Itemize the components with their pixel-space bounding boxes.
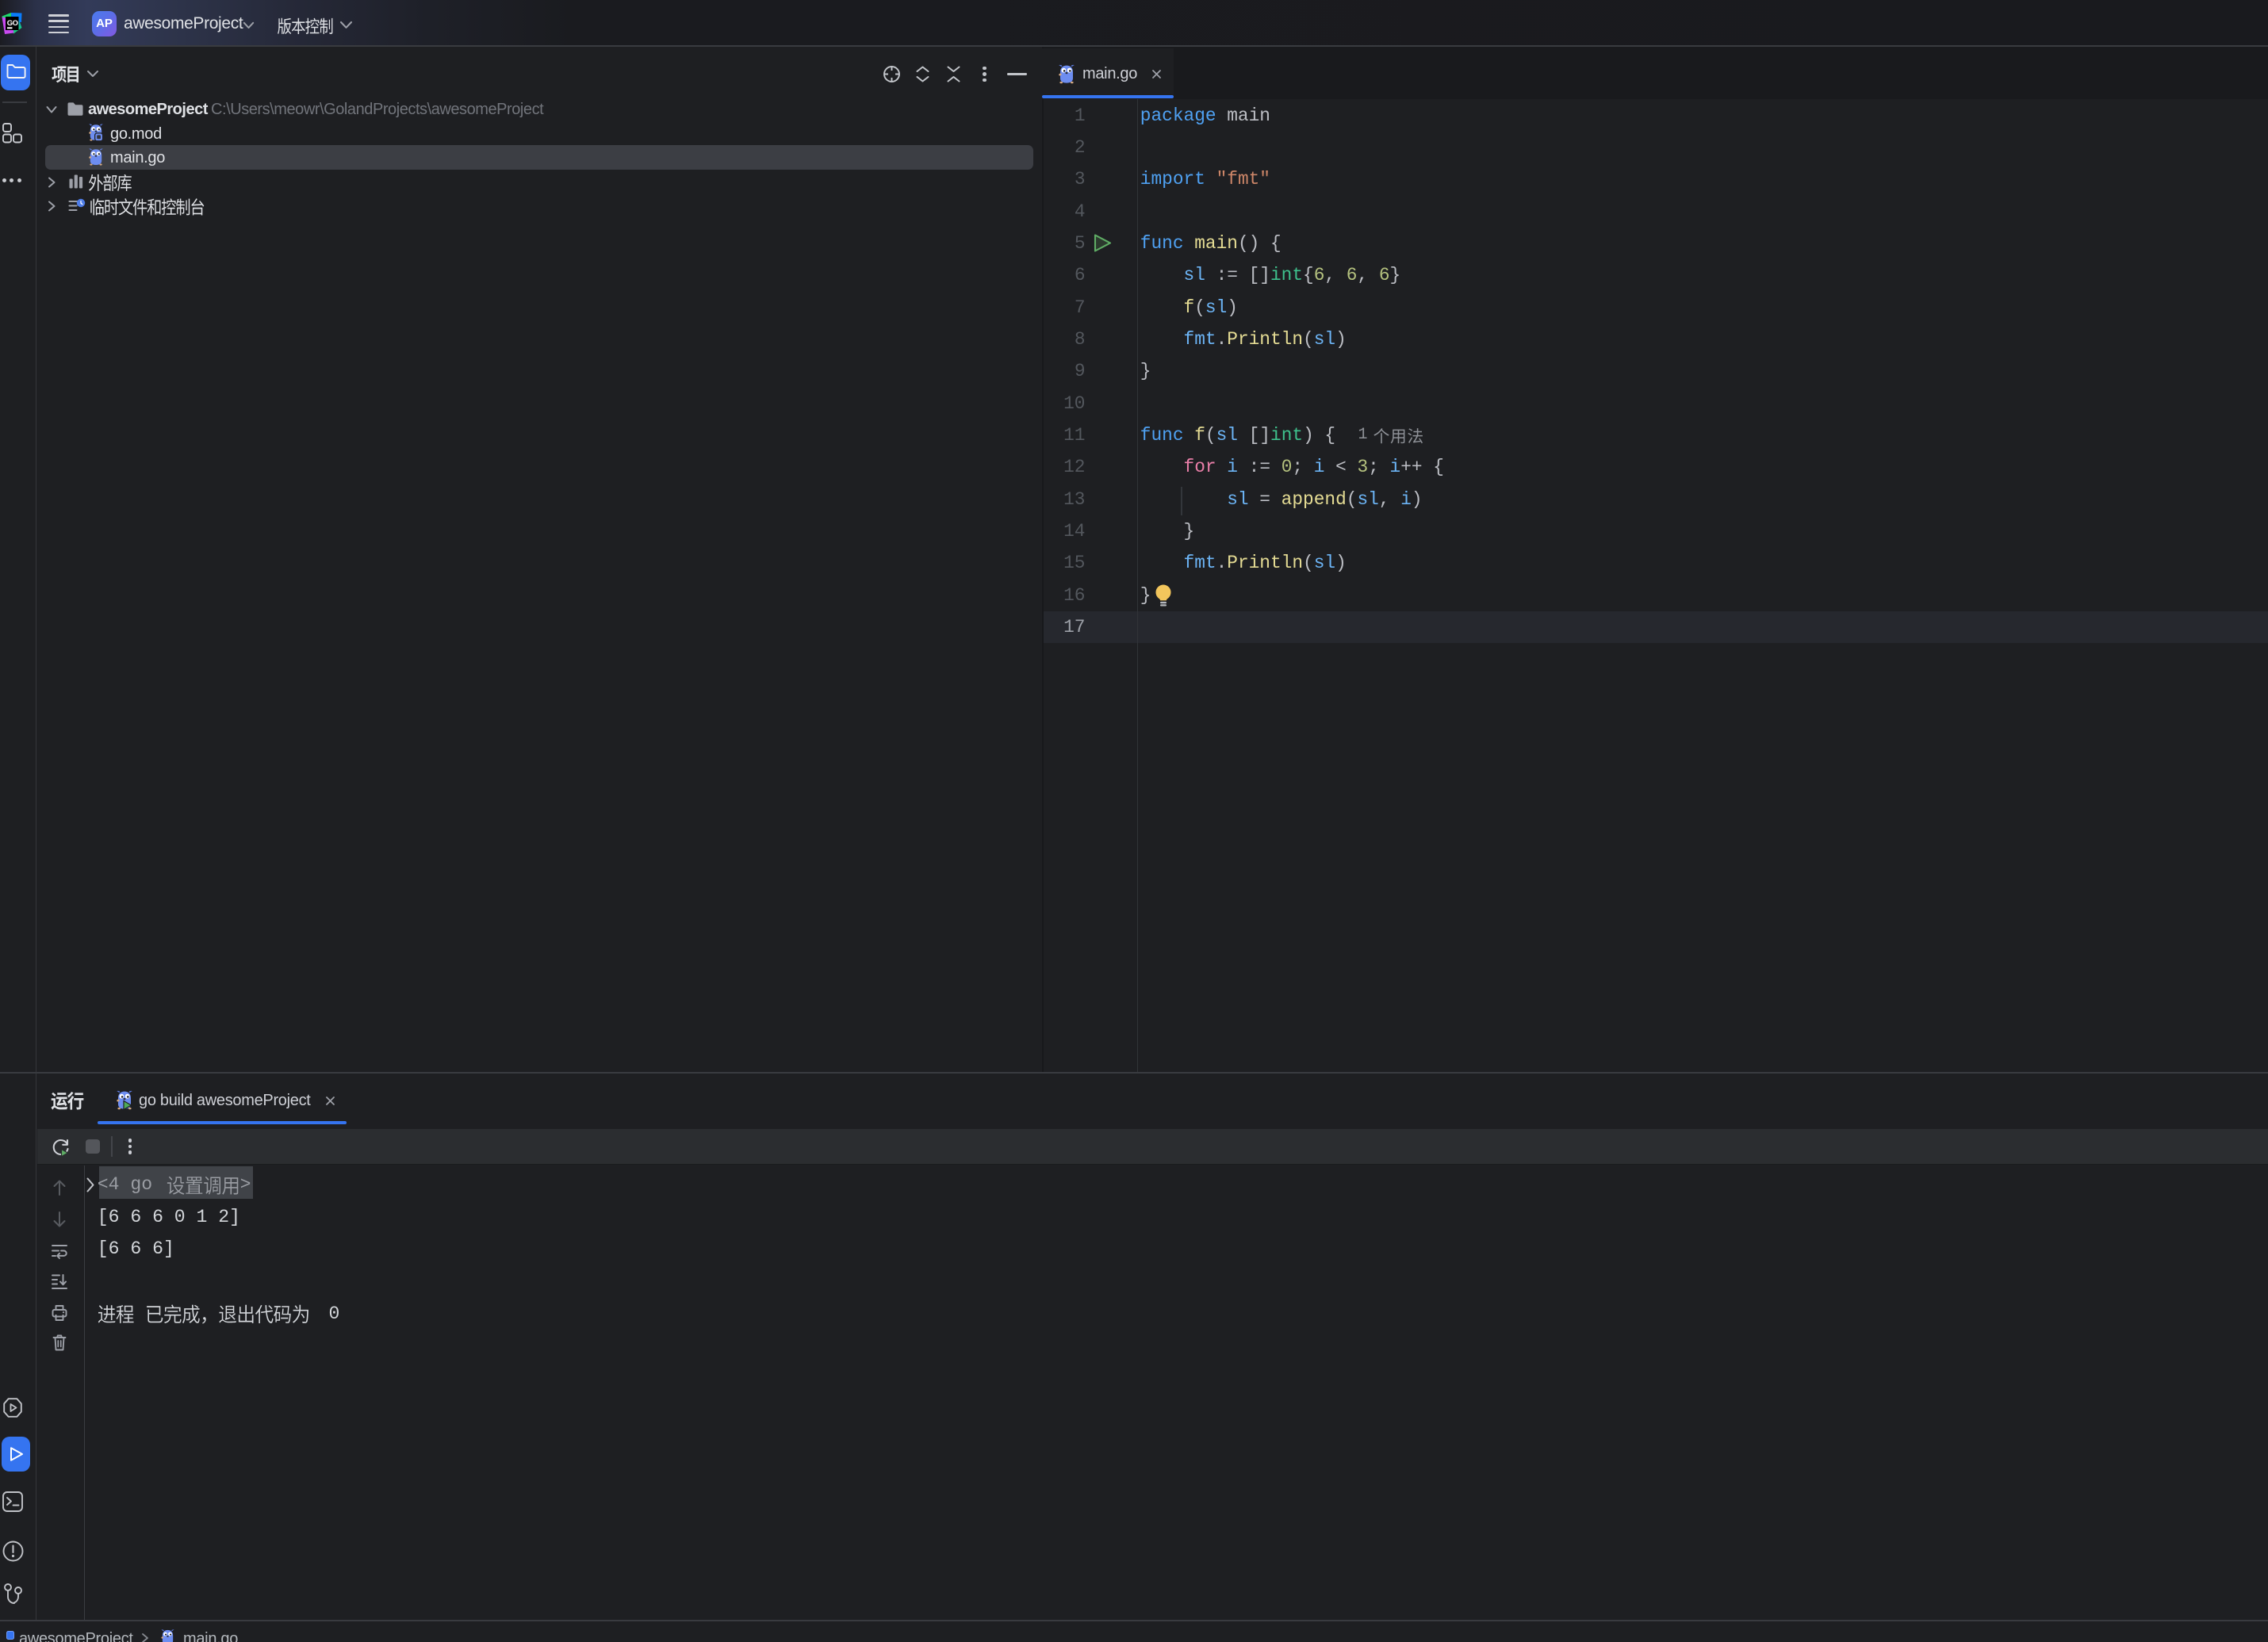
svg-text:GO: GO (7, 19, 18, 28)
